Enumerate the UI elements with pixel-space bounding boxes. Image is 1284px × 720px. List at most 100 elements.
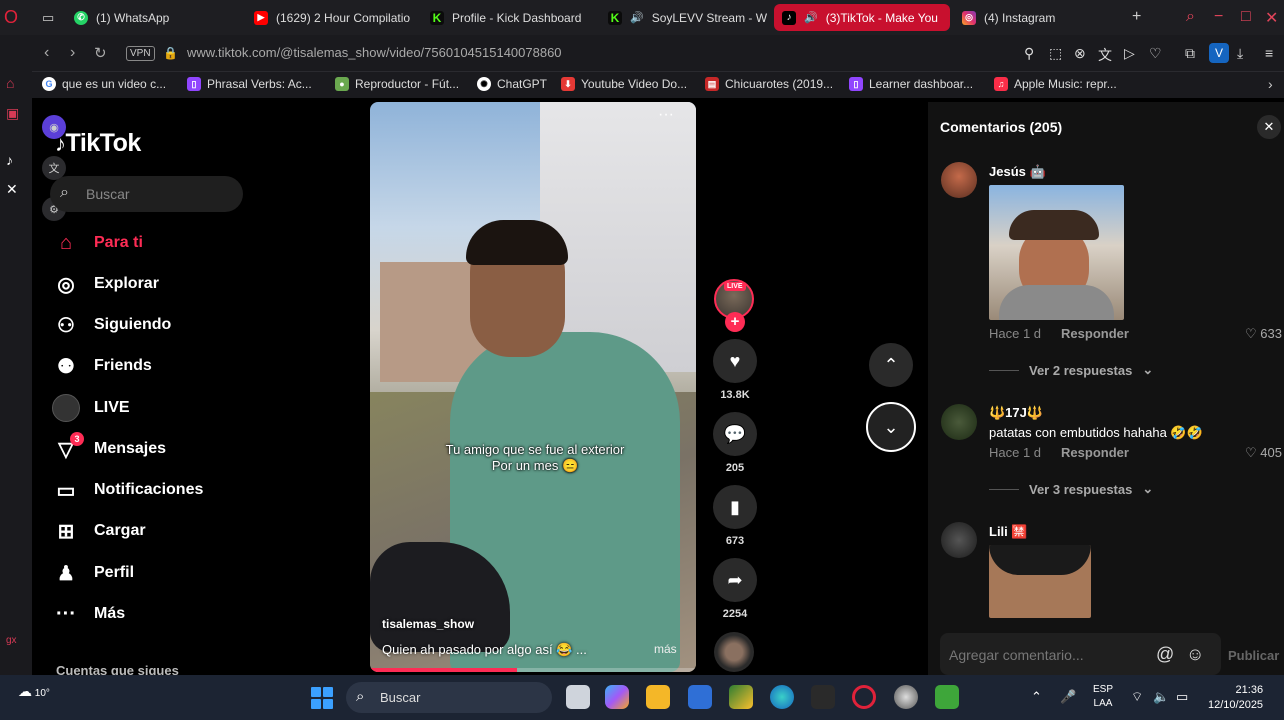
extensions-icon[interactable]: ⧉ (1185, 45, 1195, 62)
back-icon[interactable]: ‹ (44, 44, 49, 62)
video-progress-bar[interactable] (370, 668, 696, 672)
tab-tiktok[interactable]: ♪ 🔊 (3)TikTok - Make You (774, 4, 950, 31)
pin-icon[interactable]: ⚲ (1024, 45, 1034, 62)
comment-author[interactable]: 🔱17J🔱 (989, 405, 1043, 421)
follow-button[interactable]: + (725, 312, 745, 332)
x-icon[interactable]: ✕ (6, 181, 18, 198)
view-replies-button[interactable]: Ver 2 respuestas ⌄ (989, 362, 1153, 378)
aria-icon[interactable]: ⌂ (6, 75, 14, 91)
maximize-icon[interactable]: □ (1241, 8, 1251, 26)
tiktok-sidebar-icon[interactable]: ♪ (6, 152, 13, 168)
music-disc[interactable] (714, 632, 754, 672)
reply-button[interactable]: Responder (1061, 326, 1129, 341)
more-bookmarks-icon[interactable]: › (1268, 76, 1273, 92)
url-field[interactable]: www.tiktok.com/@tisalemas_show/video/756… (187, 45, 562, 60)
reply-button[interactable]: Responder (1061, 445, 1129, 460)
screenshot-icon[interactable]: ⬚ (1049, 45, 1062, 62)
next-video-button[interactable]: ⌄ (866, 402, 916, 452)
lock-icon[interactable]: 🔒 (163, 46, 178, 60)
new-tab-icon[interactable]: + (1132, 8, 1141, 26)
nav-para-ti[interactable]: ⌂ Para ti (52, 228, 143, 258)
minecraft-icon[interactable] (935, 685, 959, 709)
nav-friends[interactable]: ⚉ Friends (52, 351, 152, 381)
battery-icon[interactable]: ▭ (1176, 689, 1188, 705)
file-explorer-icon[interactable] (646, 685, 670, 709)
close-comments-button[interactable]: ✕ (1257, 115, 1281, 139)
tab-instagram[interactable]: ◎ (4) Instagram (954, 4, 1104, 31)
gx-icon[interactable]: gx (6, 635, 17, 646)
opera-gx-icon[interactable] (852, 685, 876, 709)
emoji-icon[interactable]: ☺ (1186, 644, 1204, 665)
video-player[interactable]: ··· Tu amigo que se fue al exterior Por … (370, 102, 696, 672)
show-hidden-icons-icon[interactable]: ⌃ (1031, 689, 1042, 705)
nav-mas[interactable]: ··· Más (52, 599, 125, 629)
nav-siguiendo[interactable]: ⚇ Siguiendo (52, 310, 171, 340)
nav-explorar[interactable]: ◎ Explorar (52, 269, 159, 299)
bookmark-item[interactable]: ▯ Phrasal Verbs: Ac... (187, 77, 312, 91)
tab-manager-icon[interactable]: ▭ (42, 10, 54, 26)
taskbar-search[interactable]: ⌕ Buscar (346, 682, 552, 713)
video-options-icon[interactable]: ··· (658, 106, 674, 124)
comment-action[interactable]: 💬 205 (713, 412, 757, 474)
heart-icon[interactable]: ♡ (1149, 45, 1162, 62)
speaker-icon[interactable]: 🔊 (630, 11, 644, 24)
bookmark-item[interactable]: ⬇ Youtube Video Do... (561, 77, 687, 91)
opera-logo-icon[interactable]: O (4, 7, 18, 28)
speaker-icon[interactable]: 🔊 (804, 11, 818, 24)
bookmark-item[interactable]: ♫ Apple Music: repr... (994, 77, 1117, 91)
menu-icon[interactable]: ≡ (1265, 45, 1273, 61)
comment-like[interactable]: ♡ 405 (1245, 445, 1282, 461)
wifi-icon[interactable]: ⌔ (1131, 689, 1143, 705)
bookmark-item[interactable]: ● Reproductor - Fút... (335, 77, 459, 91)
steam-icon[interactable] (894, 685, 918, 709)
language-indicator[interactable]: ESP LAA (1093, 683, 1113, 711)
video-more-link[interactable]: más (654, 642, 677, 656)
previous-video-button[interactable]: ⌃ (869, 343, 913, 387)
like-action[interactable]: ♥ 13.8K (713, 339, 757, 401)
comment-avatar[interactable] (941, 404, 977, 440)
reload-icon[interactable]: ↻ (94, 44, 107, 62)
nav-mensajes[interactable]: ▽ Mensajes 3 (52, 432, 166, 464)
messenger-icon[interactable]: ▣ (6, 105, 19, 122)
adblock-icon[interactable]: ⊗ (1074, 45, 1086, 62)
comment-avatar[interactable] (941, 162, 977, 198)
save-action[interactable]: ▮ 673 (713, 485, 757, 547)
comment-icon[interactable]: 💬 (713, 412, 757, 456)
tab-kick-dashboard[interactable]: K Profile - Kick Dashboard (422, 4, 598, 31)
minimize-icon[interactable]: − (1214, 8, 1223, 26)
volume-icon[interactable]: 🔈 (1153, 689, 1169, 705)
tiktok-search-input[interactable]: ⌕ Buscar (50, 176, 243, 212)
app-icon[interactable] (729, 685, 753, 709)
tab-whatsapp[interactable]: ✆ (1) WhatsApp (66, 4, 242, 31)
store-icon[interactable] (688, 685, 712, 709)
bookmark-icon[interactable]: ▮ (713, 485, 757, 529)
comment-like[interactable]: ♡ 633 (1245, 326, 1282, 342)
publish-button[interactable]: Publicar (1228, 648, 1279, 663)
bookmark-item[interactable]: ▤ Chicuarotes (2019... (705, 77, 833, 91)
nav-cargar[interactable]: ⊞ Cargar (52, 516, 146, 546)
app-icon[interactable] (811, 685, 835, 709)
nav-live[interactable]: LIVE (52, 393, 130, 423)
microphone-icon[interactable]: 🎤 (1060, 689, 1076, 705)
weather-widget[interactable]: ☁ 10° (18, 683, 50, 700)
bookmark-item[interactable]: ✺ ChatGPT (477, 77, 547, 91)
comment-image[interactable] (989, 185, 1124, 320)
comment-input[interactable]: Agregar comentario... @ ☺ (940, 633, 1221, 675)
discord-icon[interactable]: ◉ (42, 115, 66, 139)
search-tabs-icon[interactable]: ⌕ (1186, 8, 1195, 26)
comment-author[interactable]: Jesús 🤖 (989, 164, 1046, 180)
comment-avatar[interactable] (941, 522, 977, 558)
clock[interactable]: 21:36 12/10/2025 (1208, 683, 1263, 713)
nav-notificaciones[interactable]: ▭ Notificaciones (52, 475, 204, 505)
profile-avatar[interactable]: V (1209, 43, 1229, 63)
edge-icon[interactable] (770, 685, 794, 709)
view-replies-button[interactable]: Ver 3 respuestas ⌄ (989, 481, 1153, 497)
heart-icon[interactable]: ♥ (713, 339, 757, 383)
translate-icon[interactable]: 文 (1098, 45, 1112, 65)
vpn-badge[interactable]: VPN (126, 46, 155, 61)
nav-perfil[interactable]: ♟ Perfil (52, 558, 134, 588)
mention-icon[interactable]: @ (1156, 644, 1174, 665)
copilot-icon[interactable] (605, 685, 629, 709)
close-window-icon[interactable]: ✕ (1265, 8, 1278, 28)
task-view-icon[interactable] (566, 685, 590, 709)
